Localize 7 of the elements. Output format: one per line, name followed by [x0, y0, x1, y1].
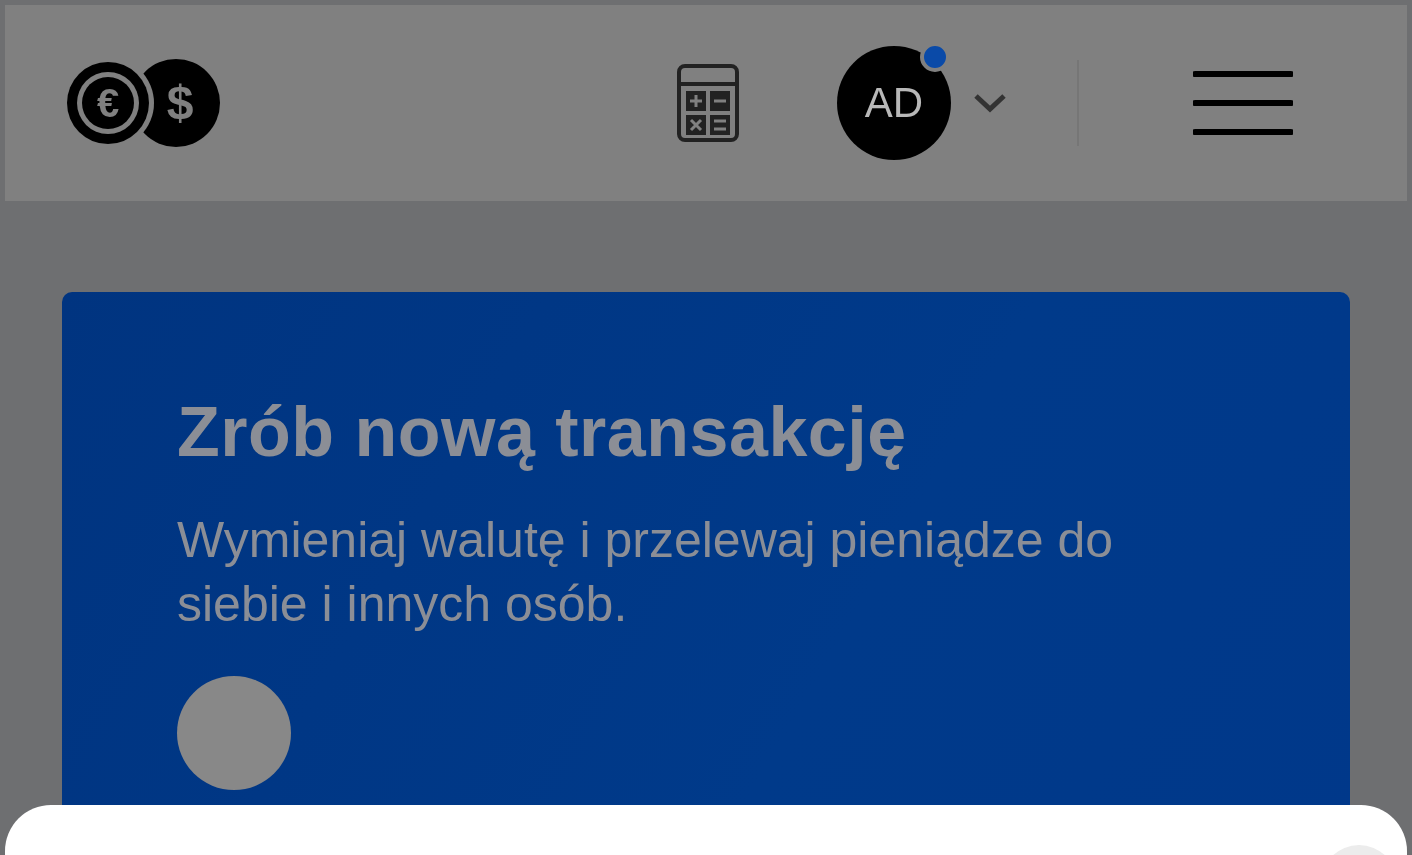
account-menu-button[interactable]: AD [837, 46, 1007, 160]
user-avatar: AD [837, 46, 951, 160]
card-title: Zrób nową transakcję [177, 392, 908, 472]
calculator-icon[interactable] [677, 64, 739, 142]
chevron-down-icon [973, 93, 1007, 113]
card-description: Wymieniaj walutę i przelewaj pieniądze do siebie i innych osób. [177, 511, 1115, 634]
menu-icon[interactable] [1193, 71, 1293, 135]
